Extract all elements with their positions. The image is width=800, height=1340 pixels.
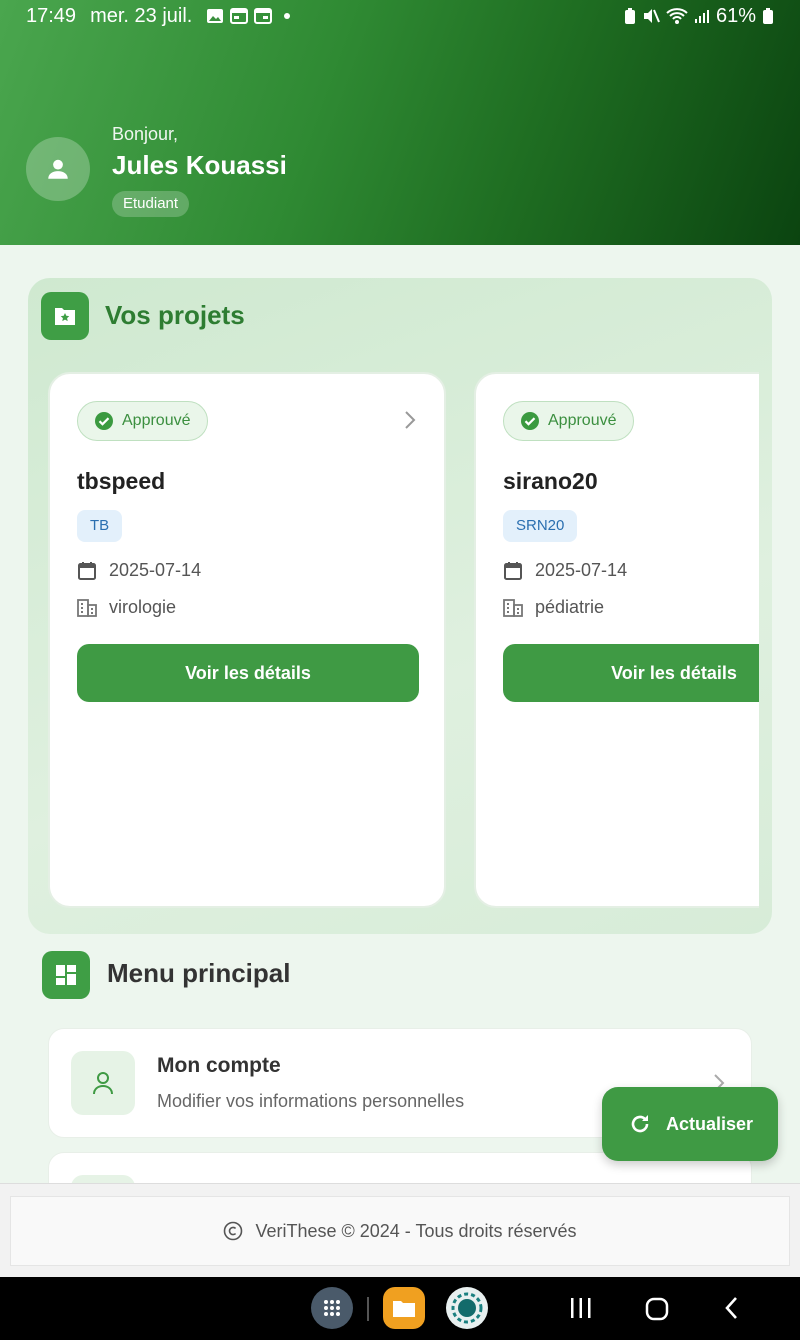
view-details-button[interactable]: Voir les détails <box>503 644 759 702</box>
battery-icon <box>763 8 773 24</box>
footer-bar: VeriThese © 2024 - Tous droits réservés <box>10 1196 790 1266</box>
nav-separator <box>367 1297 369 1321</box>
refresh-button[interactable]: Actualiser <box>602 1087 778 1161</box>
project-date: 2025-07-14 <box>77 560 201 581</box>
project-date-value: 2025-07-14 <box>109 560 202 580</box>
check-circle-icon <box>521 412 539 430</box>
menu-item-title: Mon compte <box>157 1054 281 1077</box>
status-badge: Approuvé <box>503 401 634 441</box>
account-icon-wrap <box>71 1051 135 1115</box>
greeting-text: Bonjour, <box>112 124 179 144</box>
project-code: SRN20 <box>503 510 578 542</box>
status-bar: 17:49 mer. 23 juil. 61% <box>0 0 800 32</box>
menu-title: Menu principal <box>107 958 291 988</box>
project-department-value: virologie <box>109 597 177 617</box>
project-code: TB <box>77 510 123 542</box>
user-name: Jules Kouassi <box>112 150 287 180</box>
project-date-value: 2025-07-14 <box>535 560 628 580</box>
building-icon <box>77 598 97 617</box>
view-details-button[interactable]: Voir les détails <box>77 644 419 702</box>
projects-title: Vos projets <box>105 300 245 330</box>
menu-section-icon <box>42 951 90 999</box>
project-date: 2025-07-14 <box>503 560 627 581</box>
folder-star-icon <box>55 308 75 325</box>
more-dot-icon <box>284 13 291 19</box>
copyright-icon <box>224 1221 243 1241</box>
files-app-icon[interactable] <box>383 1287 425 1329</box>
menu-item-subtitle: Modifier vos informations personnelles <box>157 1091 465 1111</box>
projects-section-icon <box>41 292 89 340</box>
footer: VeriThese © 2024 - Tous droits réservés <box>0 1183 800 1277</box>
status-label: Approuvé <box>122 412 191 429</box>
system-nav-bar <box>0 1277 800 1340</box>
role-badge: Etudiant <box>112 191 190 217</box>
calendar-icon <box>504 561 522 580</box>
calendar-notif-icon <box>230 8 249 24</box>
home-icon[interactable] <box>644 1293 670 1323</box>
project-card[interactable]: Approuvé tbspeed TB 2025-07-14 virologie… <box>48 372 446 908</box>
mute-icon <box>643 9 660 23</box>
refresh-icon <box>631 1115 649 1133</box>
project-department: pédiatrie <box>503 597 604 618</box>
project-name: sirano20 <box>503 468 598 494</box>
person-outline-icon <box>93 1072 113 1095</box>
notification-icons <box>206 8 291 24</box>
avatar[interactable] <box>26 137 90 201</box>
status-badge: Approuvé <box>77 401 208 441</box>
check-circle-icon <box>95 412 113 430</box>
back-icon[interactable] <box>722 1293 742 1323</box>
status-time: 17:49 <box>26 4 77 27</box>
project-department: virologie <box>77 597 176 618</box>
wifi-icon <box>666 8 688 24</box>
project-department-value: pédiatrie <box>535 597 605 617</box>
projects-carousel[interactable]: Approuvé tbspeed TB 2025-07-14 virologie… <box>48 372 759 912</box>
project-card[interactable]: Approuvé sirano20 SRN20 2025-07-14 pédia… <box>474 372 759 908</box>
person-icon <box>48 159 68 179</box>
signal-icon <box>694 10 709 23</box>
refresh-label: Actualiser <box>666 1113 754 1134</box>
battery-saver-icon <box>624 8 635 24</box>
dashboard-icon <box>56 965 76 985</box>
footer-text: VeriThese © 2024 - Tous droits réservés <box>255 1220 577 1241</box>
project-name: tbspeed <box>77 468 166 494</box>
calendar-icon <box>78 561 96 580</box>
app-header: 17:49 mer. 23 juil. 61% Bonjour, Jules K… <box>0 0 800 245</box>
calendar-notif-icon-2 <box>254 8 273 24</box>
image-icon <box>207 9 224 23</box>
projects-section: Vos projets Approuvé tbspeed TB 2025-07-… <box>28 278 772 934</box>
camera-app-icon[interactable] <box>446 1287 488 1329</box>
app-drawer-icon[interactable] <box>311 1287 353 1329</box>
status-label: Approuvé <box>548 412 617 429</box>
building-icon <box>503 598 523 617</box>
status-right: 61% <box>624 5 774 28</box>
battery-percent: 61% <box>715 4 756 27</box>
chevron-right-icon[interactable] <box>404 410 416 430</box>
status-date: mer. 23 juil. <box>90 4 193 27</box>
recent-apps-icon[interactable] <box>569 1293 593 1323</box>
